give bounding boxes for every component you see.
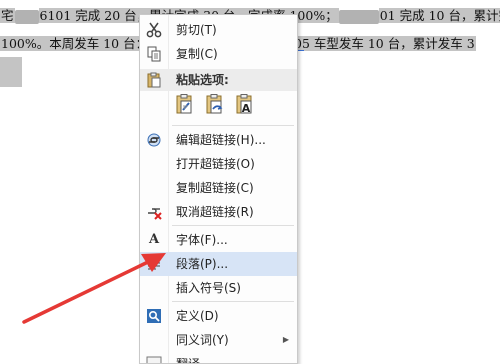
menu-item-label: 复制超链接(C) — [176, 181, 254, 195]
paste-text-only-button[interactable]: A — [232, 93, 258, 119]
menu-item-copy[interactable]: 复制(C) — [140, 42, 297, 66]
paste-text-only-icon: A — [234, 93, 256, 119]
paste-options-label: 粘贴选项: — [176, 73, 229, 87]
selection-block — [0, 57, 22, 87]
menu-item-label: 剪切(T) — [176, 23, 217, 37]
menu-item-label: 同义词(Y) — [176, 333, 229, 347]
paste-keep-formatting-button[interactable] — [172, 93, 198, 119]
menu-item-label: 复制(C) — [176, 47, 218, 61]
menu-item-open-hyperlink[interactable]: 打开超链接(O) — [140, 152, 297, 176]
menu-item-label: 翻译 — [176, 357, 201, 364]
paste-merge-formatting-button[interactable] — [202, 93, 228, 119]
menu-item-font[interactable]: A 字体(F)... — [140, 228, 297, 252]
doc-text: 100%。本周发车 10 台： — [0, 36, 150, 51]
menu-item-label: 编辑超链接(H)... — [176, 133, 266, 147]
menu-item-edit-hyperlink[interactable]: 编辑超链接(H)... — [140, 128, 297, 152]
menu-item-label: 字体(F)... — [176, 233, 228, 247]
menu-item-cut[interactable]: 剪切(T) — [140, 18, 297, 42]
context-menu[interactable]: 剪切(T) 复制(C) 粘贴选项: A 编辑超链接(H)... 打开超链接(O)… — [139, 14, 298, 364]
paste-keep-formatting-icon — [174, 93, 196, 119]
doc-text: 6105 车型发车 10 台，累计发车 3 — [277, 36, 476, 51]
menu-separator — [172, 225, 294, 226]
menu-item-label: 定义(D) — [176, 309, 219, 323]
menu-item-paragraph[interactable]: 段落(P)... — [140, 252, 297, 276]
hyperlink-icon — [146, 132, 162, 148]
menu-item-label: 插入符号(S) — [176, 281, 241, 295]
menu-separator — [172, 125, 294, 126]
paste-merge-formatting-icon — [204, 93, 226, 119]
svg-text:A: A — [242, 102, 251, 115]
menu-item-insert-symbol[interactable]: 插入符号(S) — [140, 276, 297, 300]
menu-separator — [172, 301, 294, 302]
menu-item-label: 取消超链接(R) — [176, 205, 254, 219]
doc-text: 01 完成 10 台，累计完 — [378, 8, 500, 23]
copy-icon — [146, 46, 162, 62]
paragraph-icon — [146, 256, 162, 272]
menu-item-remove-hyperlink[interactable]: 取消超链接(R) — [140, 200, 297, 224]
remove-hyperlink-icon — [146, 204, 162, 220]
clipboard-icon — [146, 72, 162, 88]
font-icon: A — [148, 232, 160, 247]
menu-item-copy-hyperlink[interactable]: 复制超链接(C) — [140, 176, 297, 200]
menu-item-label: 打开超链接(O) — [176, 157, 255, 171]
menu-item-translate[interactable]: 翻译 — [140, 352, 297, 364]
search-book-icon — [146, 308, 162, 324]
menu-item-define[interactable]: 定义(D) — [140, 304, 297, 328]
scissors-icon — [146, 22, 162, 38]
doc-text: 宅 — [0, 8, 15, 23]
redacted-text — [14, 9, 39, 24]
menu-item-synonyms[interactable]: 同义词(Y) ▶ — [140, 328, 297, 352]
menu-item-label: 段落(P)... — [176, 257, 229, 271]
translate-icon — [146, 356, 162, 363]
chevron-right-icon: ▶ — [282, 335, 289, 344]
paste-options-header: 粘贴选项: — [140, 69, 297, 91]
redacted-text — [338, 9, 379, 24]
